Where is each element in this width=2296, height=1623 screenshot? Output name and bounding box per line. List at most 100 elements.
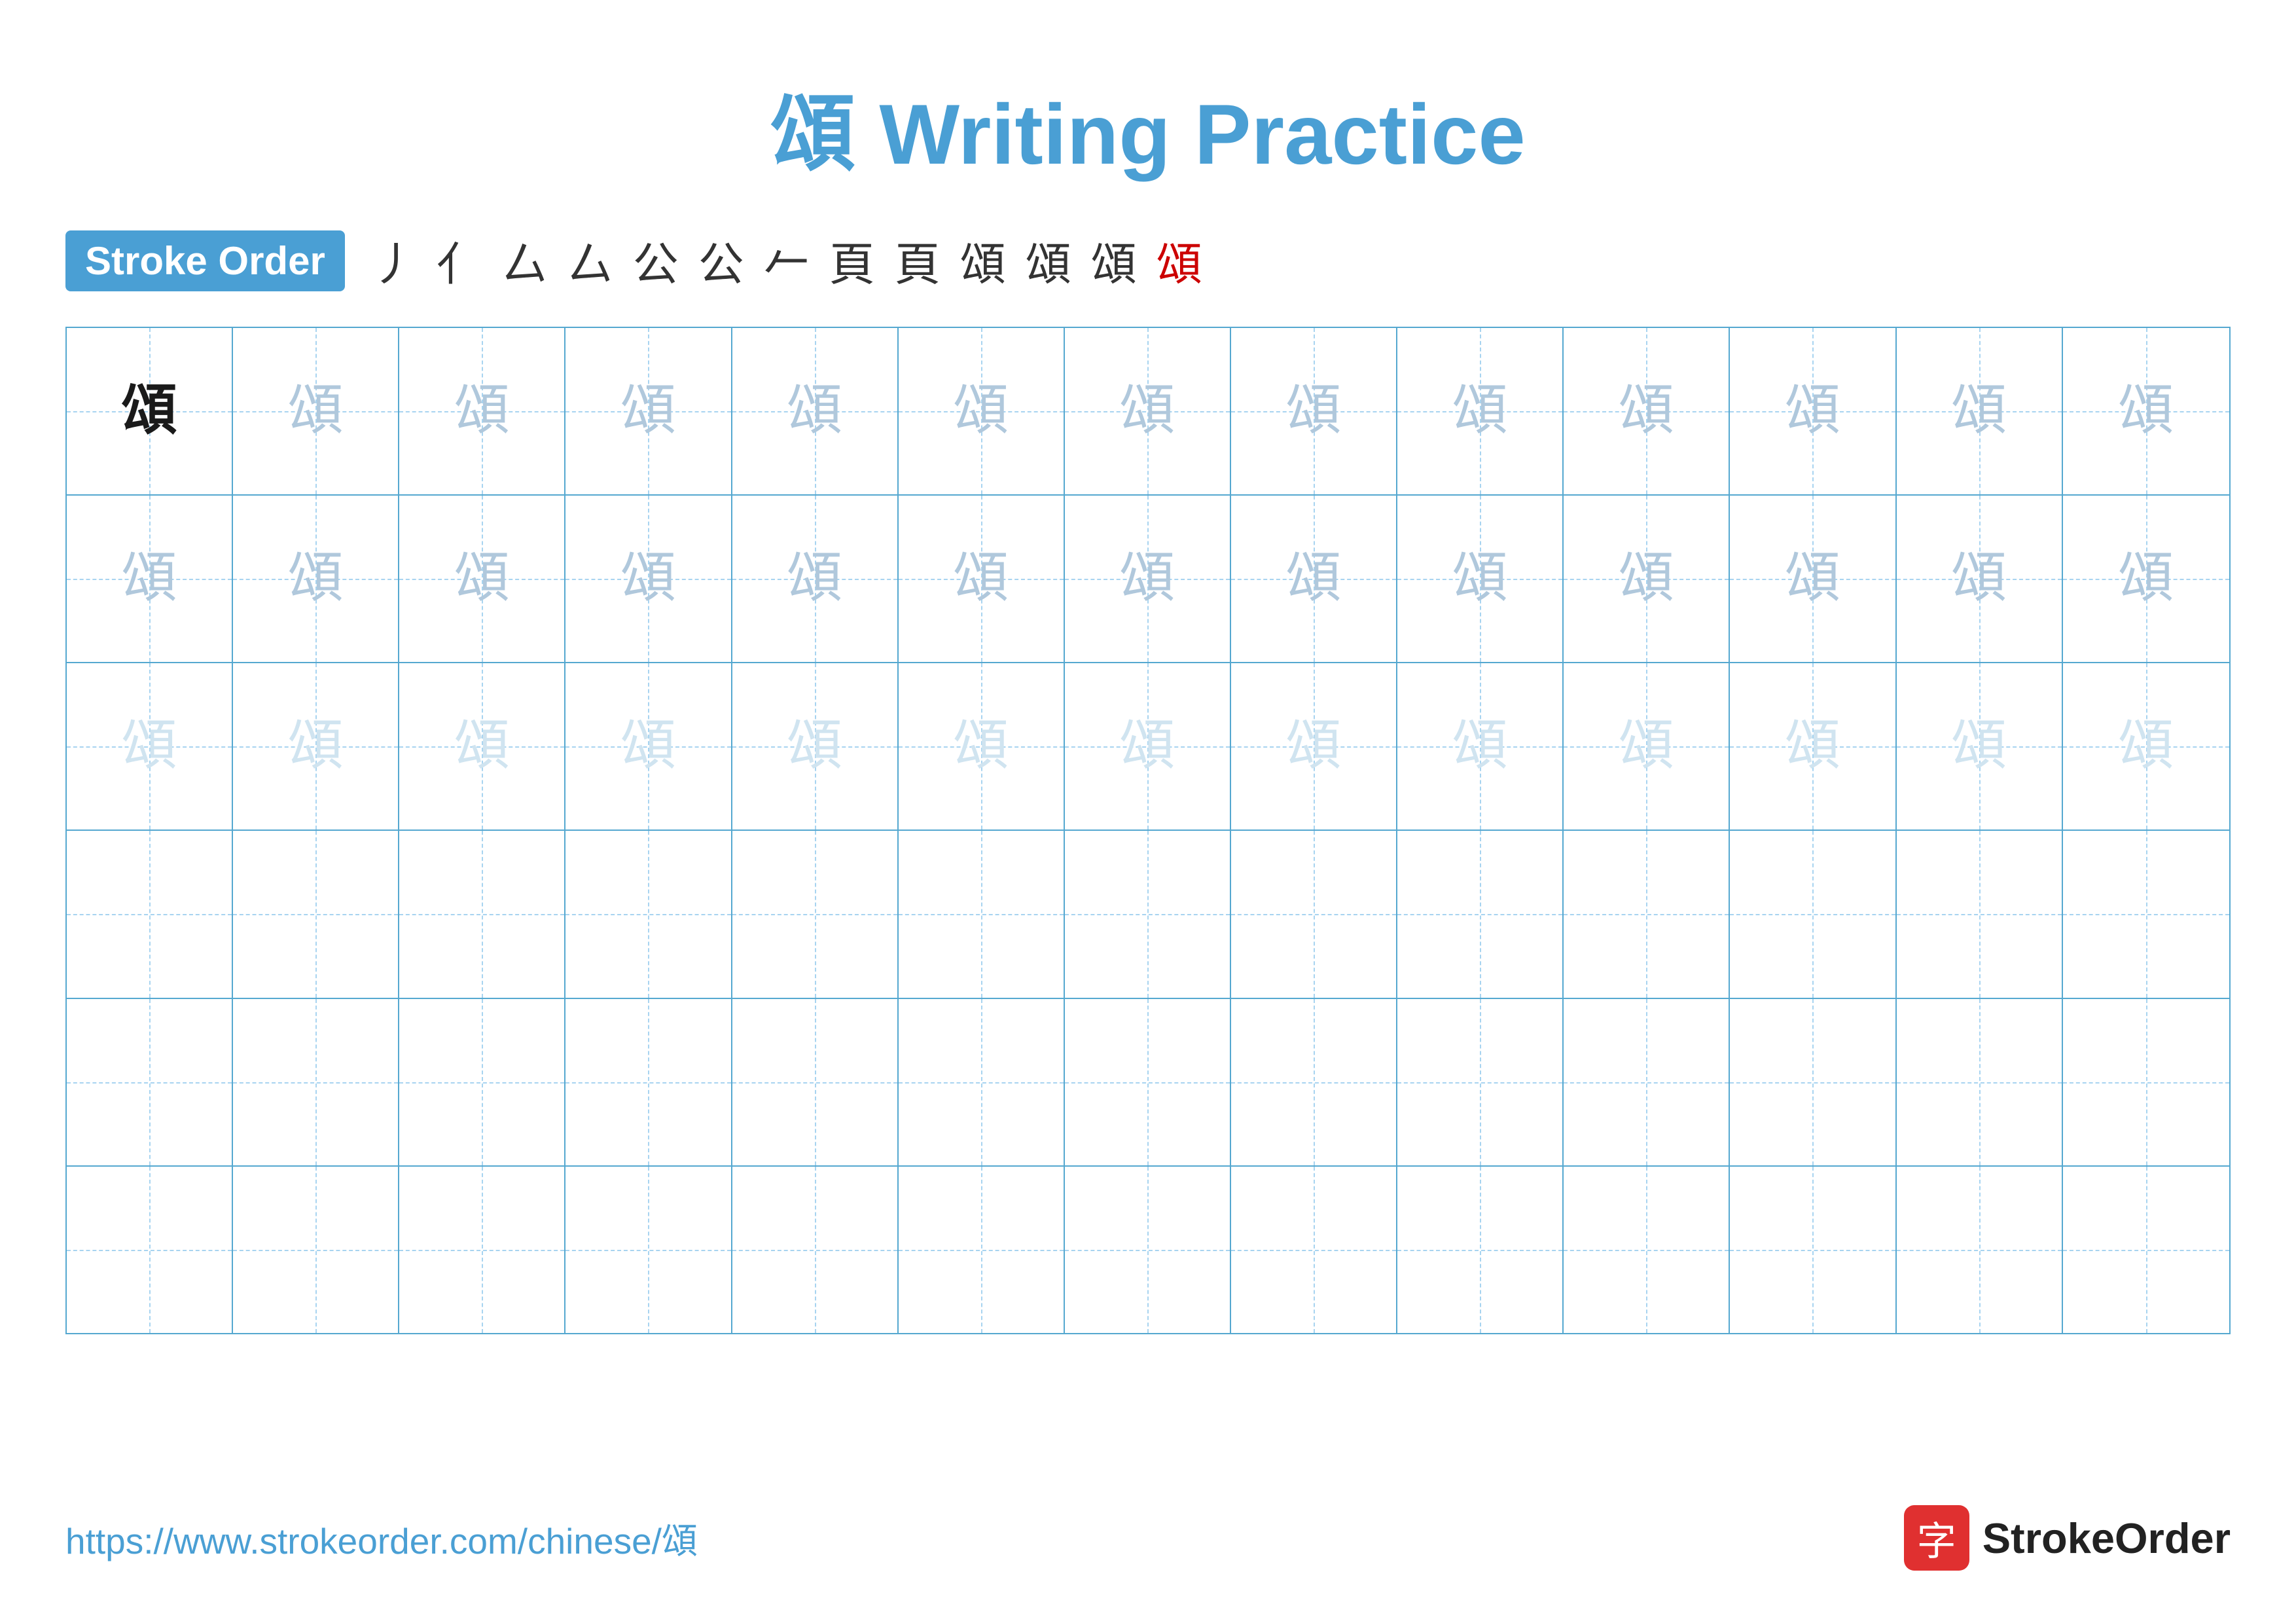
grid-cell-5-11[interactable] <box>1897 1167 2063 1333</box>
stroke-step-2: 厶 <box>502 228 548 294</box>
grid-cell-5-3[interactable] <box>565 1167 732 1333</box>
grid-cell-2-3[interactable]: 頌 <box>565 663 732 830</box>
grid-cell-4-11[interactable] <box>1897 999 2063 1165</box>
grid-cell-0-5[interactable]: 頌 <box>899 328 1065 494</box>
cell-char-2-8: 頌 <box>1452 719 1508 775</box>
grid-cell-2-9[interactable]: 頌 <box>1564 663 1730 830</box>
cell-char-2-6: 頌 <box>1119 719 1175 775</box>
grid-cell-3-1[interactable] <box>233 831 399 997</box>
grid-cell-3-11[interactable] <box>1897 831 2063 997</box>
grid-cell-4-5[interactable] <box>899 999 1065 1165</box>
logo-text: StrokeOrder <box>1982 1514 2231 1563</box>
cell-char-1-5: 頌 <box>953 551 1009 607</box>
grid-cell-1-10[interactable]: 頌 <box>1730 496 1896 662</box>
grid-cell-3-0[interactable] <box>67 831 233 997</box>
grid-cell-0-9[interactable]: 頌 <box>1564 328 1730 494</box>
grid-cell-4-8[interactable] <box>1397 999 1564 1165</box>
grid-cell-1-2[interactable]: 頌 <box>399 496 565 662</box>
grid-cell-3-8[interactable] <box>1397 831 1564 997</box>
grid-cell-5-6[interactable] <box>1065 1167 1231 1333</box>
grid-cell-1-12[interactable]: 頌 <box>2063 496 2229 662</box>
grid-cell-4-9[interactable] <box>1564 999 1730 1165</box>
grid-cell-1-11[interactable]: 頌 <box>1897 496 2063 662</box>
grid-cell-2-0[interactable]: 頌 <box>67 663 233 830</box>
stroke-step-0: 丿 <box>371 228 417 294</box>
grid-cell-1-6[interactable]: 頌 <box>1065 496 1231 662</box>
grid-cell-2-6[interactable]: 頌 <box>1065 663 1231 830</box>
cell-char-2-0: 頌 <box>122 719 177 775</box>
grid-cell-1-0[interactable]: 頌 <box>67 496 233 662</box>
footer-url[interactable]: https://www.strokeorder.com/chinese/頌 <box>65 1512 698 1564</box>
grid-cell-5-7[interactable] <box>1231 1167 1397 1333</box>
stroke-step-4: 公 <box>633 228 679 294</box>
grid-row-0: 頌頌頌頌頌頌頌頌頌頌頌頌頌 <box>67 328 2229 496</box>
cell-char-0-3: 頌 <box>620 384 676 439</box>
cell-char-2-10: 頌 <box>1785 719 1840 775</box>
grid-cell-0-8[interactable]: 頌 <box>1397 328 1564 494</box>
grid-cell-2-2[interactable]: 頌 <box>399 663 565 830</box>
stroke-step-10: 頌 <box>1026 228 1071 294</box>
grid-cell-0-10[interactable]: 頌 <box>1730 328 1896 494</box>
grid-cell-2-7[interactable]: 頌 <box>1231 663 1397 830</box>
grid-cell-4-12[interactable] <box>2063 999 2229 1165</box>
grid-cell-2-1[interactable]: 頌 <box>233 663 399 830</box>
cell-char-1-11: 頌 <box>1951 551 2007 607</box>
grid-cell-3-6[interactable] <box>1065 831 1231 997</box>
grid-cell-0-12[interactable]: 頌 <box>2063 328 2229 494</box>
logo-char: 字 <box>1917 1510 1956 1567</box>
cell-char-2-12: 頌 <box>2118 719 2174 775</box>
grid-cell-1-3[interactable]: 頌 <box>565 496 732 662</box>
grid-cell-0-6[interactable]: 頌 <box>1065 328 1231 494</box>
grid-cell-3-10[interactable] <box>1730 831 1896 997</box>
grid-cell-0-11[interactable]: 頌 <box>1897 328 2063 494</box>
grid-cell-4-1[interactable] <box>233 999 399 1165</box>
cell-char-1-12: 頌 <box>2118 551 2174 607</box>
grid-cell-0-3[interactable]: 頌 <box>565 328 732 494</box>
grid-cell-0-4[interactable]: 頌 <box>732 328 899 494</box>
grid-cell-5-5[interactable] <box>899 1167 1065 1333</box>
grid-cell-1-8[interactable]: 頌 <box>1397 496 1564 662</box>
grid-cell-4-6[interactable] <box>1065 999 1231 1165</box>
grid-cell-2-12[interactable]: 頌 <box>2063 663 2229 830</box>
grid-cell-3-12[interactable] <box>2063 831 2229 997</box>
grid-cell-4-10[interactable] <box>1730 999 1896 1165</box>
cell-char-1-8: 頌 <box>1452 551 1508 607</box>
grid-cell-4-0[interactable] <box>67 999 233 1165</box>
cell-char-1-10: 頌 <box>1785 551 1840 607</box>
grid-cell-0-2[interactable]: 頌 <box>399 328 565 494</box>
grid-cell-1-5[interactable]: 頌 <box>899 496 1065 662</box>
grid-cell-5-10[interactable] <box>1730 1167 1896 1333</box>
cell-char-0-2: 頌 <box>454 384 510 439</box>
grid-cell-3-5[interactable] <box>899 831 1065 997</box>
grid-cell-5-8[interactable] <box>1397 1167 1564 1333</box>
grid-row-4 <box>67 999 2229 1167</box>
grid-cell-3-9[interactable] <box>1564 831 1730 997</box>
grid-cell-2-11[interactable]: 頌 <box>1897 663 2063 830</box>
grid-cell-0-7[interactable]: 頌 <box>1231 328 1397 494</box>
grid-cell-2-4[interactable]: 頌 <box>732 663 899 830</box>
grid-cell-1-1[interactable]: 頌 <box>233 496 399 662</box>
grid-cell-3-7[interactable] <box>1231 831 1397 997</box>
grid-cell-2-10[interactable]: 頌 <box>1730 663 1896 830</box>
grid-cell-1-9[interactable]: 頌 <box>1564 496 1730 662</box>
grid-cell-4-7[interactable] <box>1231 999 1397 1165</box>
grid-cell-5-9[interactable] <box>1564 1167 1730 1333</box>
grid-cell-4-4[interactable] <box>732 999 899 1165</box>
grid-cell-0-0[interactable]: 頌 <box>67 328 233 494</box>
grid-cell-2-8[interactable]: 頌 <box>1397 663 1564 830</box>
grid-cell-3-2[interactable] <box>399 831 565 997</box>
grid-cell-2-5[interactable]: 頌 <box>899 663 1065 830</box>
grid-cell-1-7[interactable]: 頌 <box>1231 496 1397 662</box>
grid-cell-5-2[interactable] <box>399 1167 565 1333</box>
grid-cell-5-1[interactable] <box>233 1167 399 1333</box>
grid-cell-5-0[interactable] <box>67 1167 233 1333</box>
grid-cell-1-4[interactable]: 頌 <box>732 496 899 662</box>
grid-cell-0-1[interactable]: 頌 <box>233 328 399 494</box>
grid-cell-5-4[interactable] <box>732 1167 899 1333</box>
cell-char-1-4: 頌 <box>787 551 842 607</box>
grid-cell-3-4[interactable] <box>732 831 899 997</box>
grid-cell-3-3[interactable] <box>565 831 732 997</box>
grid-cell-4-2[interactable] <box>399 999 565 1165</box>
grid-cell-5-12[interactable] <box>2063 1167 2229 1333</box>
grid-cell-4-3[interactable] <box>565 999 732 1165</box>
